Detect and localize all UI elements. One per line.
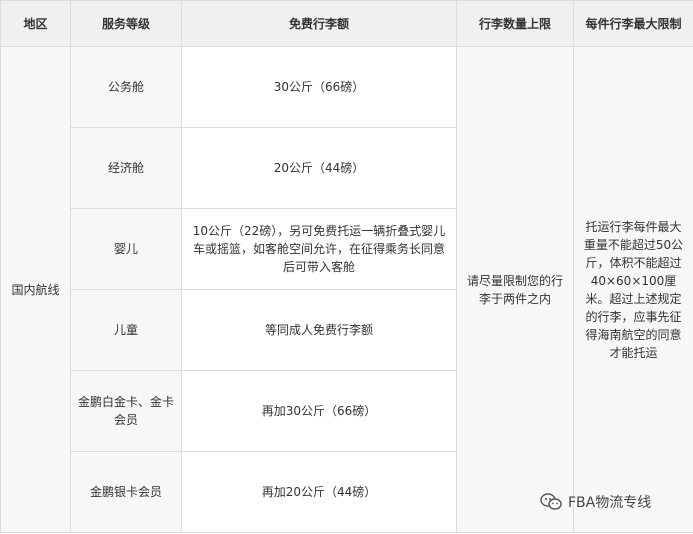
allowance-cell: 20公斤（44磅） — [181, 127, 457, 209]
allowance-cell: 再加20公斤（44磅） — [181, 451, 457, 533]
wechat-icon — [540, 493, 562, 511]
service-cell: 经济舱 — [70, 127, 182, 209]
service-cell: 公务舱 — [70, 46, 182, 128]
watermark-text: FBA物流专线 — [568, 495, 652, 511]
count-limit-cell: 请尽量限制您的行李于两件之内 — [456, 46, 574, 533]
allowance-cell: 等同成人免费行李额 — [181, 289, 457, 371]
service-cell: 金鹏银卡会员 — [70, 451, 182, 533]
header-allowance: 免费行李额 — [181, 0, 457, 47]
service-cell: 婴儿 — [70, 208, 182, 290]
header-service: 服务等级 — [70, 0, 182, 47]
allowance-cell: 10公斤（22磅），另可免费托运一辆折叠式婴儿车或摇篮，如客舱空间允许，在征得乘… — [181, 208, 457, 290]
header-count-limit: 行李数量上限 — [456, 0, 574, 47]
allowance-cell: 再加30公斤（66磅） — [181, 370, 457, 452]
region-cell: 国内航线 — [0, 46, 71, 533]
header-max-limit: 每件行李最大限制 — [573, 0, 693, 47]
header-row: 地区 服务等级 免费行李额 行李数量上限 每件行李最大限制 — [0, 0, 693, 47]
max-limit-cell: 托运行李每件最大重量不能超过50公斤，体积不能超过40×60×100厘米。超过上… — [573, 46, 693, 533]
header-region: 地区 — [0, 0, 71, 47]
service-cell: 儿童 — [70, 289, 182, 371]
allowance-cell: 30公斤（66磅） — [181, 46, 457, 128]
baggage-table: 地区 服务等级 免费行李额 行李数量上限 每件行李最大限制 国内航线 公务舱 3… — [0, 0, 693, 533]
table-row: 国内航线 公务舱 30公斤（66磅） 请尽量限制您的行李于两件之内 托运行李每件… — [0, 46, 693, 533]
watermark: FBA物流专线 — [540, 492, 651, 512]
service-cell: 金鹏白金卡、金卡会员 — [70, 370, 182, 452]
